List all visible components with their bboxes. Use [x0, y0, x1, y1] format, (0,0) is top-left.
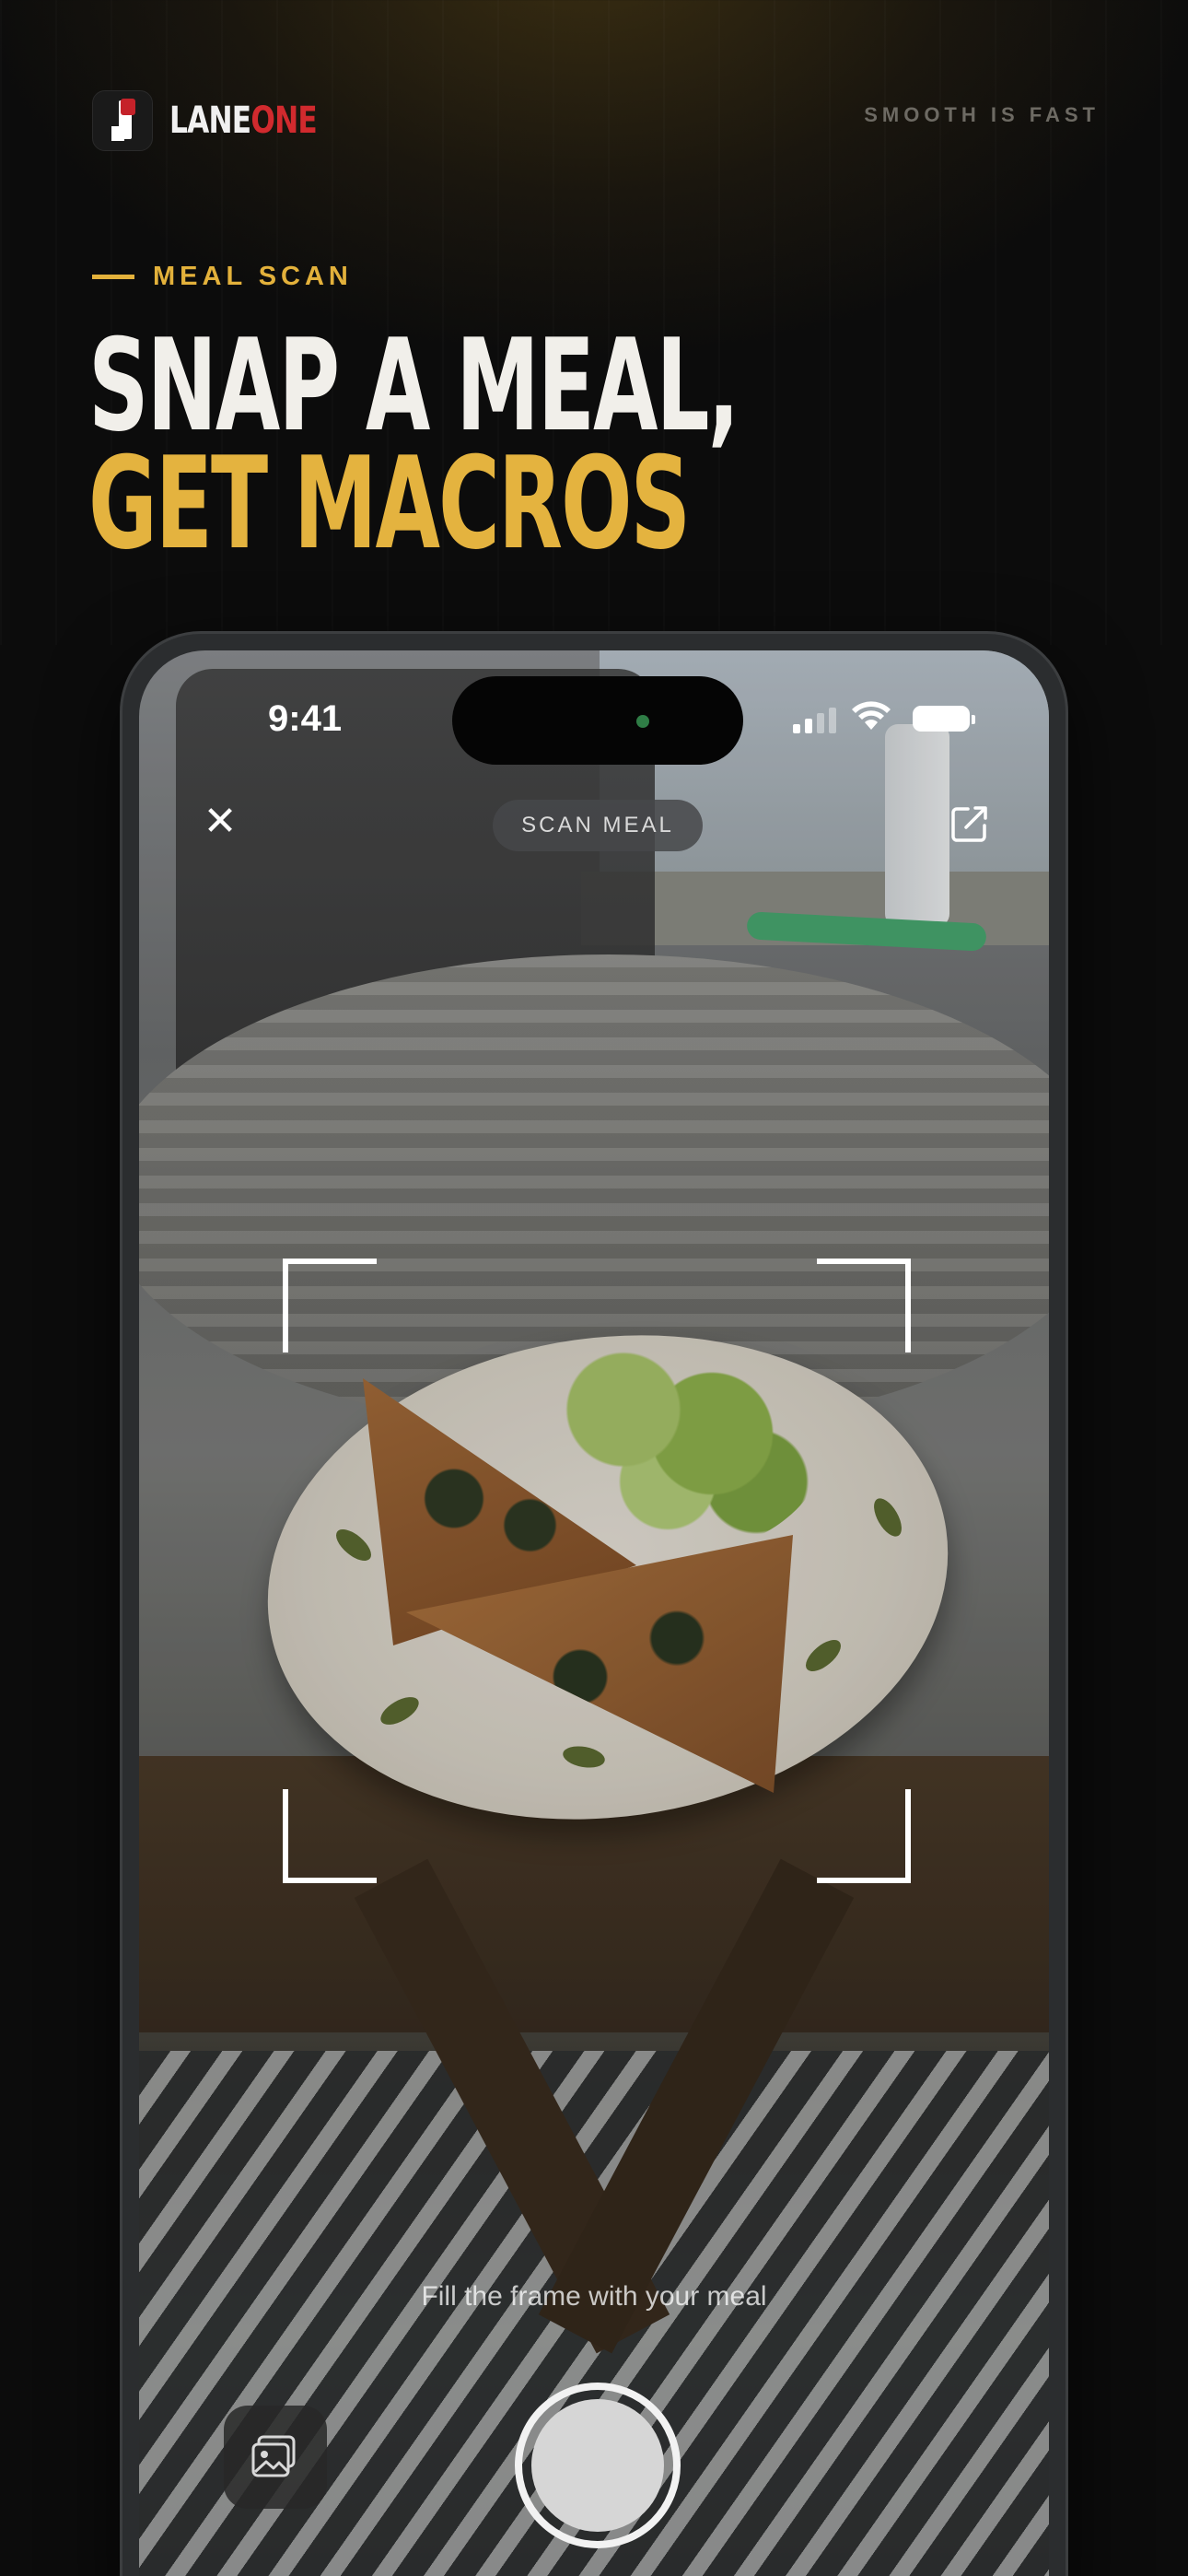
section-eyebrow: MEAL SCAN	[92, 262, 353, 292]
wifi-icon	[852, 701, 891, 730]
frame-corner-bottom-left	[283, 1789, 377, 1883]
tagline: SMOOTH IS FAST	[864, 103, 1100, 126]
brand-name: LANEONE	[169, 100, 318, 142]
brand-name-one: ONE	[250, 100, 317, 142]
dynamic-island	[452, 676, 743, 765]
eyebrow-text: MEAL SCAN	[153, 262, 353, 291]
edit-icon[interactable]	[948, 802, 992, 846]
battery-icon	[913, 706, 975, 732]
headline: SNAP A MEAL, GET MACROS	[88, 311, 740, 578]
headline-line-2: GET MACROS	[88, 429, 691, 578]
camera-indicator-icon	[636, 715, 649, 728]
cellular-signal-icon	[793, 708, 836, 733]
status-time: 9:41	[268, 698, 343, 739]
camera-screen: 9:41 ✕ SCAN MEAL Fill the frame with you…	[139, 650, 1049, 2576]
headline-line-1: SNAP A MEAL,	[88, 311, 740, 460]
frame-corner-bottom-right	[817, 1789, 911, 1883]
frame-corner-top-left	[283, 1259, 377, 1352]
close-button[interactable]: ✕	[196, 798, 244, 846]
gallery-button[interactable]	[224, 2406, 327, 2509]
shutter-button[interactable]	[515, 2383, 681, 2548]
close-icon: ✕	[203, 799, 238, 844]
brand-logo: LANEONE	[92, 90, 358, 151]
phone-mockup: 9:41 ✕ SCAN MEAL Fill the frame with you…	[120, 631, 1068, 2576]
scan-mode-pill[interactable]: SCAN MEAL	[493, 800, 703, 851]
eyebrow-rule	[92, 275, 134, 279]
frame-corner-top-right	[817, 1259, 911, 1352]
framing-hint: Fill the frame with your meal	[421, 2281, 767, 2312]
laneone-logo-icon	[92, 90, 153, 151]
gallery-icon	[251, 2435, 296, 2477]
shutter-inner	[531, 2399, 664, 2532]
brand-name-lane: LANE	[169, 100, 251, 142]
